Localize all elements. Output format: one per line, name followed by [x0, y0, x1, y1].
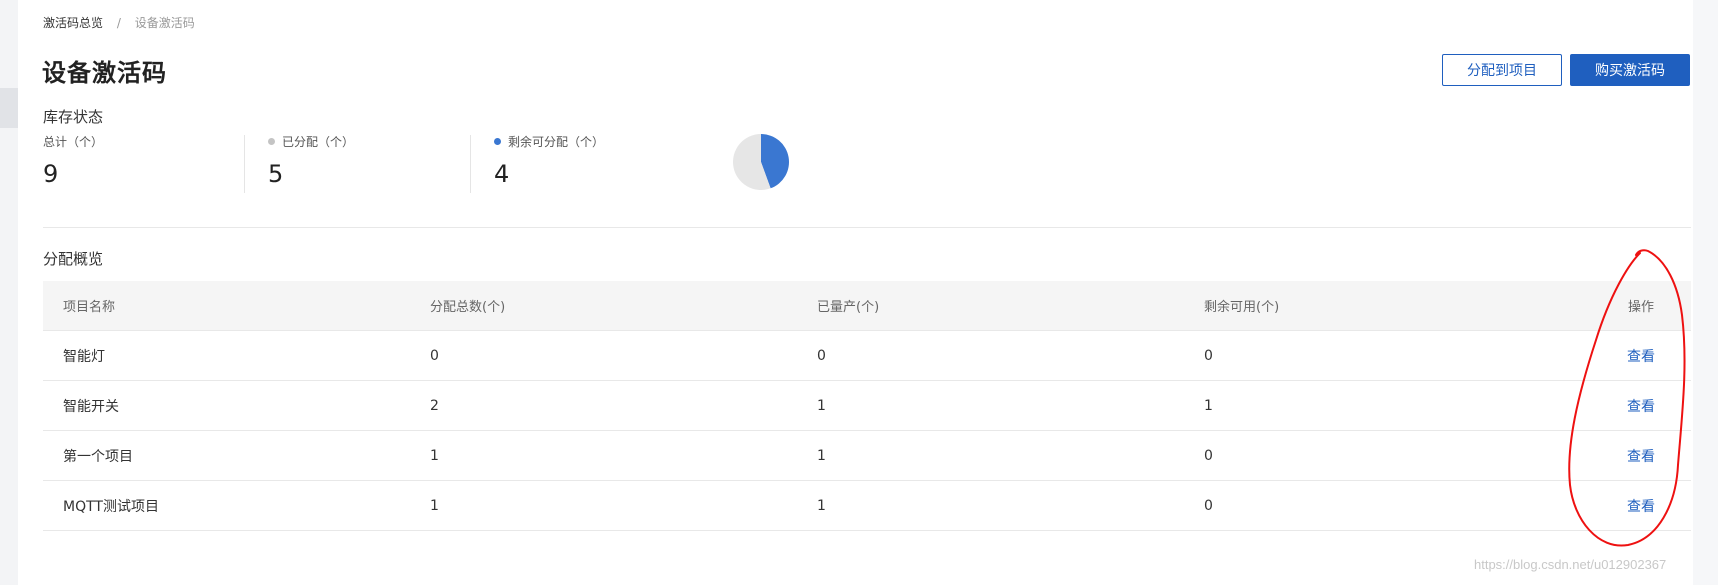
- allocation-table: 项目名称 分配总数(个) 已量产(个) 剩余可用(个) 操作 智能灯 0 0 0…: [43, 281, 1691, 531]
- breadcrumb-current: 设备激活码: [134, 16, 195, 30]
- cell-available: 0: [1204, 447, 1213, 464]
- stat-remaining-value: 4: [494, 160, 510, 188]
- stat-divider: [244, 135, 245, 193]
- stat-remaining-label: 剩余可分配（个）: [508, 135, 605, 149]
- page-title: 设备激活码: [42, 59, 167, 87]
- table-row: 智能灯 0 0 0 查看: [43, 331, 1691, 381]
- breadcrumb: 激活码总览 / 设备激活码: [43, 14, 195, 31]
- stat-assigned: 已分配（个） 5: [268, 133, 354, 193]
- inventory-pie-chart: [733, 134, 789, 190]
- table-header: 项目名称 分配总数(个) 已量产(个) 剩余可用(个) 操作: [43, 281, 1691, 331]
- stat-assigned-label: 已分配（个）: [282, 135, 355, 149]
- cell-total: 0: [430, 347, 439, 364]
- column-header-produced: 已量产(个): [817, 300, 880, 315]
- breadcrumb-separator: /: [116, 16, 121, 30]
- section-divider: [43, 227, 1691, 228]
- sidebar-active-marker: [0, 88, 18, 128]
- stat-total-value: 9: [43, 160, 59, 188]
- inventory-section-title: 库存状态: [43, 108, 104, 126]
- assigned-dot-icon: [268, 138, 275, 145]
- cell-project-name: MQTT测试项目: [63, 498, 159, 515]
- column-header-available: 剩余可用(个): [1204, 300, 1280, 315]
- watermark-text: https://blog.csdn.net/u012902367: [1474, 557, 1667, 572]
- cell-total: 1: [430, 447, 439, 464]
- cell-produced: 1: [817, 447, 826, 464]
- table-row: 第一个项目 1 1 0 查看: [43, 431, 1691, 481]
- table-row: MQTT测试项目 1 1 0 查看: [43, 481, 1691, 531]
- cell-produced: 1: [817, 497, 826, 514]
- column-header-project-name: 项目名称: [63, 300, 116, 315]
- buy-activation-code-button[interactable]: 购买激活码: [1570, 54, 1690, 86]
- cell-available: 1: [1204, 397, 1213, 414]
- cell-total: 2: [430, 397, 439, 414]
- remaining-dot-icon: [494, 138, 501, 145]
- cell-available: 0: [1204, 497, 1213, 514]
- cell-project-name: 第一个项目: [63, 448, 133, 465]
- cell-produced: 1: [817, 397, 826, 414]
- stat-assigned-value: 5: [268, 160, 284, 188]
- column-header-total: 分配总数(个): [430, 300, 506, 315]
- cell-produced: 0: [817, 347, 826, 364]
- stat-total: 总计（个） 9: [43, 133, 103, 193]
- cell-project-name: 智能开关: [63, 398, 119, 415]
- cell-available: 0: [1204, 347, 1213, 364]
- overview-section-title: 分配概览: [43, 250, 104, 268]
- cell-total: 1: [430, 497, 439, 514]
- stat-total-label: 总计（个）: [43, 135, 104, 149]
- left-sidebar-strip: [0, 0, 18, 585]
- red-circle-annotation: [1568, 249, 1686, 547]
- right-scroll-area: [1693, 0, 1718, 585]
- cell-project-name: 智能灯: [63, 348, 105, 365]
- stat-divider: [470, 135, 471, 193]
- breadcrumb-parent-link[interactable]: 激活码总览: [43, 16, 103, 30]
- content-panel: 激活码总览 / 设备激活码 设备激活码 分配到项目 购买激活码 库存状态 总计（…: [18, 0, 1718, 585]
- table-row: 智能开关 2 1 1 查看: [43, 381, 1691, 431]
- stat-remaining: 剩余可分配（个） 4: [494, 133, 604, 193]
- assign-to-project-button[interactable]: 分配到项目: [1442, 54, 1562, 86]
